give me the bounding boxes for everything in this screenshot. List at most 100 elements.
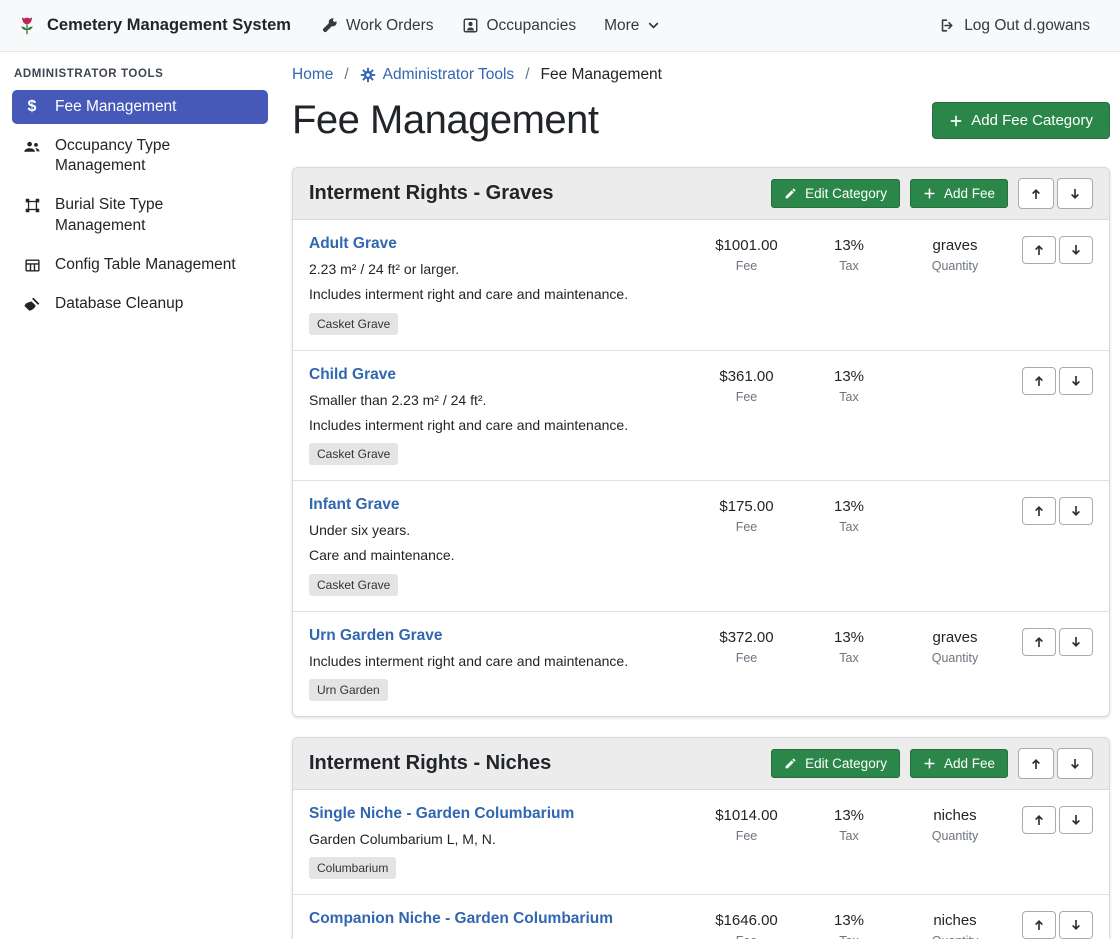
admin-sidebar: ADMINISTRATOR TOOLS $ Fee Management Occ…	[0, 52, 280, 939]
fee-amount-column: $175.00 Fee	[694, 496, 799, 534]
move-fee-down-button[interactable]	[1059, 911, 1093, 939]
fee-amount-value: $361.00	[719, 368, 773, 385]
fee-name-link[interactable]: Infant Grave	[309, 496, 399, 514]
add-fee-category-label: Add Fee Category	[971, 112, 1093, 129]
tulip-logo-icon	[16, 15, 38, 37]
fee-move-buttons	[1011, 235, 1093, 264]
fee-info: Infant Grave Under six years.Care and ma…	[309, 496, 694, 596]
top-navbar: Cemetery Management System Work OrdersOc…	[0, 0, 1120, 52]
fee-move-buttons	[1011, 496, 1093, 525]
category-move-buttons	[1018, 748, 1093, 779]
sidebar-item-database-cleanup[interactable]: Database Cleanup	[12, 287, 268, 321]
fee-tax-column: 13% Tax	[799, 627, 899, 665]
fee-name-link[interactable]: Child Grave	[309, 366, 396, 384]
move-category-down-button[interactable]	[1057, 178, 1093, 209]
edit-category-label: Edit Category	[805, 756, 887, 771]
add-fee-button[interactable]: Add Fee	[910, 179, 1008, 208]
move-fee-up-button[interactable]	[1022, 497, 1056, 525]
fee-tax-value: 13%	[834, 368, 864, 385]
sidebar-item-burial-site-type-management[interactable]: Burial Site Type Management	[12, 188, 268, 242]
category-actions: Edit Category Add Fee	[771, 178, 1093, 209]
occupancies-icon	[462, 17, 479, 34]
move-fee-up-button[interactable]	[1022, 806, 1056, 834]
fee-tax-label: Tax	[839, 390, 858, 404]
category-fee-list: Single Niche - Garden Columbarium Garden…	[293, 790, 1109, 939]
fee-quantity-column	[899, 496, 1011, 498]
move-category-down-button[interactable]	[1057, 748, 1093, 779]
fee-row: Infant Grave Under six years.Care and ma…	[293, 481, 1109, 612]
breadcrumb-link-administrator-tools[interactable]: Administrator Tools	[360, 66, 515, 84]
sidebar-item-config-table-management[interactable]: Config Table Management	[12, 248, 268, 282]
fee-name-link[interactable]: Companion Niche - Garden Columbarium	[309, 910, 613, 928]
app-title: Cemetery Management System	[47, 16, 291, 35]
table-icon	[22, 257, 42, 274]
fee-amount-label: Fee	[736, 651, 758, 665]
fee-quantity-column: niches Quantity	[899, 910, 1011, 939]
fee-description: Includes interment right and care and ma…	[309, 284, 682, 304]
move-fee-down-button[interactable]	[1059, 806, 1093, 834]
plus-icon	[923, 757, 936, 770]
add-fee-label: Add Fee	[944, 756, 995, 771]
sidebar-item-label: Fee Management	[55, 97, 177, 117]
fee-tax-label: Tax	[839, 829, 858, 843]
edit-category-button[interactable]: Edit Category	[771, 179, 900, 208]
fee-name-link[interactable]: Urn Garden Grave	[309, 627, 443, 645]
nav-item-work-orders[interactable]: Work Orders	[307, 9, 448, 43]
fee-description: Garden Columbarium L, M, N.	[309, 829, 682, 849]
category-move-buttons	[1018, 178, 1093, 209]
sidebar-item-fee-management[interactable]: $ Fee Management	[12, 90, 268, 124]
pencil-icon	[784, 757, 797, 770]
fee-amount-column: $1646.00 Fee	[694, 910, 799, 939]
fee-description: Includes interment right and care and ma…	[309, 651, 682, 671]
fee-amount-label: Fee	[736, 934, 758, 939]
app-brand: Cemetery Management System	[16, 15, 291, 37]
move-fee-down-button[interactable]	[1059, 367, 1093, 395]
fee-quantity-value: graves	[932, 629, 977, 646]
fee-category-card-interment-rights-niches: Interment Rights - Niches Edit Category …	[292, 737, 1110, 939]
fee-amount-value: $175.00	[719, 498, 773, 515]
sidebar-item-label: Burial Site Type Management	[55, 195, 258, 235]
move-fee-up-button[interactable]	[1022, 911, 1056, 939]
fee-description: Under six years.	[309, 520, 682, 540]
fee-tax-label: Tax	[839, 651, 858, 665]
fee-amount-column: $1001.00 Fee	[694, 235, 799, 273]
fee-description: Includes interment right and care and ma…	[309, 415, 682, 435]
move-fee-up-button[interactable]	[1022, 236, 1056, 264]
fee-row: Adult Grave 2.23 m² / 24 ft² or larger.I…	[293, 220, 1109, 351]
breadcrumb: Home/Administrator Tools/Fee Management	[292, 52, 1110, 86]
add-fee-button[interactable]: Add Fee	[910, 749, 1008, 778]
fee-type-badge: Casket Grave	[309, 574, 398, 596]
nav-item-occupancies[interactable]: Occupancies	[448, 9, 591, 43]
add-fee-label: Add Fee	[944, 186, 995, 201]
fee-amount-label: Fee	[736, 829, 758, 843]
sidebar-item-occupancy-type-management[interactable]: Occupancy Type Management	[12, 129, 268, 183]
category-header: Interment Rights - Graves Edit Category …	[293, 168, 1109, 220]
add-fee-category-button[interactable]: Add Fee Category	[932, 102, 1110, 139]
fee-tax-column: 13% Tax	[799, 805, 899, 843]
fee-info: Single Niche - Garden Columbarium Garden…	[309, 805, 694, 879]
move-category-up-button[interactable]	[1018, 178, 1054, 209]
edit-category-button[interactable]: Edit Category	[771, 749, 900, 778]
move-category-up-button[interactable]	[1018, 748, 1054, 779]
fee-row: Urn Garden Grave Includes interment righ…	[293, 612, 1109, 716]
move-fee-down-button[interactable]	[1059, 236, 1093, 264]
fee-move-buttons	[1011, 910, 1093, 939]
move-fee-down-button[interactable]	[1059, 628, 1093, 656]
edit-category-label: Edit Category	[805, 186, 887, 201]
logout-link[interactable]: Log Out d.gowans	[925, 9, 1104, 43]
move-fee-down-button[interactable]	[1059, 497, 1093, 525]
fee-amount-label: Fee	[736, 520, 758, 534]
category-title: Interment Rights - Graves	[309, 182, 771, 205]
breadcrumb-link-home[interactable]: Home	[292, 66, 333, 84]
plus-icon	[923, 187, 936, 200]
fee-name-link[interactable]: Single Niche - Garden Columbarium	[309, 805, 574, 823]
nav-item-more[interactable]: More	[590, 9, 674, 43]
fee-amount-value: $1014.00	[715, 807, 778, 824]
fee-name-link[interactable]: Adult Grave	[309, 235, 397, 253]
users-icon	[22, 138, 42, 156]
move-fee-up-button[interactable]	[1022, 367, 1056, 395]
fee-tax-column: 13% Tax	[799, 496, 899, 534]
fee-description: Smaller than 2.23 m² / 24 ft².	[309, 390, 682, 410]
move-fee-up-button[interactable]	[1022, 628, 1056, 656]
fee-quantity-label: Quantity	[932, 934, 979, 939]
